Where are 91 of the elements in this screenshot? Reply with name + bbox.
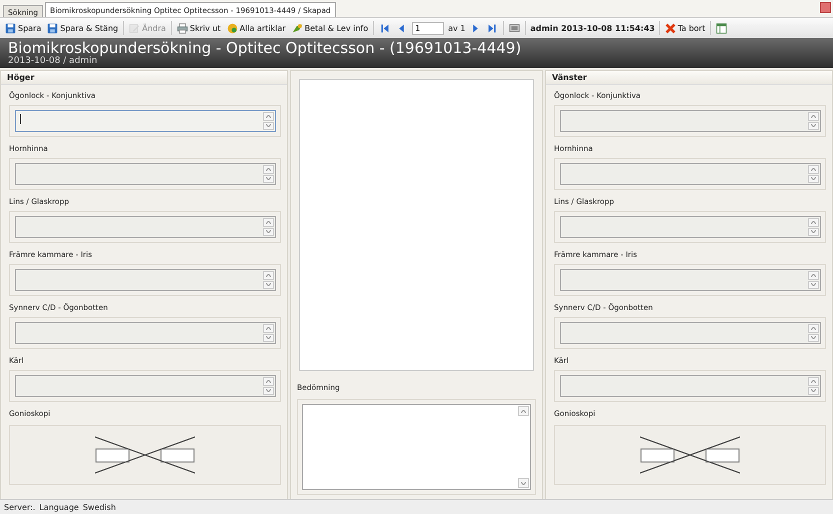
panel-title: Vänster [546,71,832,85]
chevron-up-icon [811,168,816,171]
scroll-down-button[interactable] [808,122,819,130]
chevron-up-icon [811,274,816,277]
status-text: Swedish [82,502,116,512]
chevron-down-icon [811,283,816,286]
scroll-up-button[interactable] [808,218,819,226]
printer-icon [176,22,188,34]
scroll-up-button[interactable] [263,271,274,280]
scroll-up-button[interactable] [263,165,274,174]
scroll-down-button[interactable] [808,228,819,236]
scroll-down-button[interactable] [808,174,819,183]
text-area[interactable] [15,216,276,238]
delete-icon [664,22,676,34]
toolbar-button[interactable]: Alla artiklar [226,22,287,34]
chevron-down-icon [811,230,816,234]
first-page-icon [379,22,390,34]
pencil-icon [129,22,140,34]
text-area[interactable] [15,322,276,344]
text-area[interactable] [560,110,821,132]
chevron-up-icon [266,380,271,383]
scroll-down-button[interactable] [263,334,274,342]
scroll-up-button[interactable] [808,324,819,332]
toolbar-button[interactable]: Ta bort [664,22,706,34]
scroll-down-button[interactable] [808,280,819,289]
chevron-down-icon [266,230,271,234]
scroll-up-button[interactable] [263,218,274,226]
text-area[interactable] [15,163,276,185]
chevron-up-icon [811,220,816,224]
text-area[interactable] [560,216,821,238]
scroll-up-button[interactable] [263,112,274,120]
scroll-up-button[interactable] [808,112,819,120]
scroll-up-button[interactable] [518,406,529,416]
chevron-up-icon [266,274,271,277]
text-area[interactable] [15,110,276,132]
record-title: Biomikroskopundersökning - Optitec Optitecsson - (19691013-4449) [8,40,522,56]
scroll-down-button[interactable] [808,334,819,342]
scroll-up-button[interactable] [263,377,274,386]
page-count: av 1 [448,24,466,32]
chevron-down-icon [521,482,526,484]
text-area[interactable] [15,375,276,397]
scroll-up-button[interactable] [808,271,819,280]
close-button[interactable] [820,2,831,13]
scroll-down-button[interactable] [263,122,274,130]
chevron-up-icon [266,114,271,118]
toolbar-button[interactable]: Spara & Stäng [46,22,120,34]
scroll-down-button[interactable] [808,386,819,395]
scroll-down-button[interactable] [263,174,274,183]
chevron-down-icon [266,389,271,392]
toolbar-button[interactable]: Skriv ut [176,22,222,34]
text-cursor [20,114,21,124]
window-layout-icon [716,22,728,34]
chevron-down-icon [266,283,271,286]
chevron-down-icon [266,177,271,180]
record-info: admin 2013-10-08 11:54:43 [530,24,655,32]
window-layout-button[interactable] [715,22,728,34]
chevron-down-icon [266,336,271,340]
status-text: Server:. [4,502,36,512]
scroll-down-button[interactable] [518,478,529,488]
text-area[interactable] [560,375,821,397]
chevron-down-icon [266,124,271,128]
text-area[interactable] [560,322,821,344]
monitor-button[interactable] [508,22,522,34]
chevron-down-icon [811,177,816,180]
toolbar-button[interactable]: Spara [4,22,42,34]
scroll-up-button[interactable] [808,377,819,386]
chevron-up-icon [811,114,816,118]
chevron-down-icon [811,124,816,128]
text-area[interactable] [560,163,821,185]
chevron-up-icon [266,326,271,330]
toolbar-button[interactable]: Betal & Lev info [290,22,370,34]
chevron-up-icon [266,220,271,224]
scroll-down-button[interactable] [263,280,274,289]
scroll-up-button[interactable] [808,165,819,174]
panel-title: Höger [1,71,287,85]
chevron-up-icon [811,326,816,330]
chevron-down-icon [811,389,816,392]
chevron-down-icon [811,336,816,340]
monitor-icon [509,22,520,34]
chevron-up-icon [811,380,816,383]
chevron-up-icon [521,410,526,412]
text-area[interactable] [560,269,821,291]
record-subtitle: 2013-10-08 / admin [8,56,98,66]
page-field[interactable]: 1 [412,22,444,34]
last-page-icon [487,22,498,34]
scroll-down-button[interactable] [263,386,274,395]
status-text: Language [39,502,79,512]
scroll-down-button[interactable] [263,228,274,236]
chevron-up-icon [266,168,271,171]
scroll-up-button[interactable] [263,324,274,332]
text-area[interactable] [15,269,276,291]
